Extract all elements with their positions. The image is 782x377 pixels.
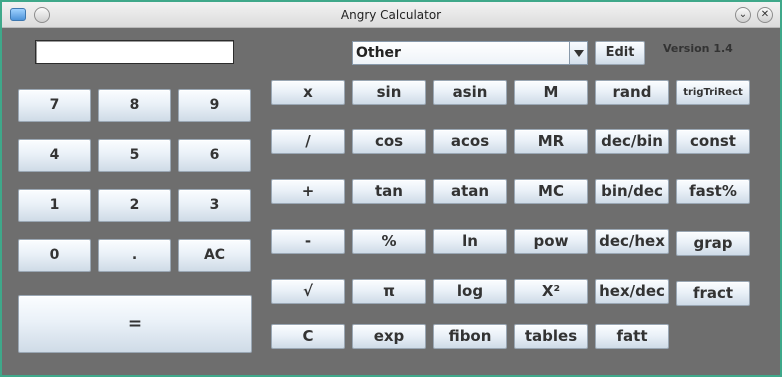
- equals-button[interactable]: =: [18, 295, 252, 353]
- tables-button[interactable]: tables: [514, 324, 588, 349]
- key-9[interactable]: 9: [178, 89, 251, 122]
- title-bar: Angry Calculator ⌄ ✕: [2, 2, 780, 28]
- pi-button[interactable]: π: [352, 279, 426, 304]
- log-button[interactable]: log: [433, 279, 507, 304]
- random-button[interactable]: rand: [595, 80, 669, 105]
- fraction-button[interactable]: fract: [676, 281, 750, 306]
- key-decimal[interactable]: .: [98, 239, 171, 272]
- atan-button[interactable]: atan: [433, 179, 507, 204]
- key-8[interactable]: 8: [98, 89, 171, 122]
- multiply-button[interactable]: x: [271, 80, 345, 105]
- mode-select[interactable]: Other: [352, 41, 588, 65]
- graph-button[interactable]: grap: [676, 231, 750, 256]
- bin-to-dec-button[interactable]: bin/dec: [595, 179, 669, 204]
- key-2[interactable]: 2: [98, 189, 171, 222]
- memory-recall-button[interactable]: MR: [514, 129, 588, 154]
- percent-button[interactable]: %: [352, 229, 426, 254]
- memory-button[interactable]: M: [514, 80, 588, 105]
- divide-button[interactable]: /: [271, 129, 345, 154]
- all-clear-button[interactable]: AC: [178, 239, 251, 272]
- fibonacci-button[interactable]: fibon: [433, 324, 507, 349]
- factorial-button[interactable]: fatt: [595, 324, 669, 349]
- plus-button[interactable]: +: [271, 179, 345, 204]
- calculator-panel: Other Edit Version 1.4 7 8 9 4 5 6 1 2 3…: [2, 29, 780, 375]
- mode-select-value: Other: [356, 45, 401, 61]
- key-1[interactable]: 1: [18, 189, 91, 222]
- ln-button[interactable]: ln: [433, 229, 507, 254]
- trig-tri-rect-button[interactable]: trigTriRect: [676, 80, 750, 105]
- exp-button[interactable]: exp: [352, 324, 426, 349]
- cos-button[interactable]: cos: [352, 129, 426, 154]
- clear-button[interactable]: C: [271, 324, 345, 349]
- power-button[interactable]: pow: [514, 229, 588, 254]
- asin-button[interactable]: asin: [433, 80, 507, 105]
- key-4[interactable]: 4: [18, 139, 91, 172]
- chevron-down-icon[interactable]: [569, 42, 587, 64]
- minimize-button[interactable]: ⌄: [735, 7, 751, 23]
- dec-to-hex-button[interactable]: dec/hex: [595, 229, 669, 254]
- key-5[interactable]: 5: [98, 139, 171, 172]
- square-button[interactable]: X²: [514, 279, 588, 304]
- key-0[interactable]: 0: [18, 239, 91, 272]
- minus-button[interactable]: -: [271, 229, 345, 254]
- fast-percent-button[interactable]: fast%: [676, 179, 750, 204]
- constants-button[interactable]: const: [676, 129, 750, 154]
- acos-button[interactable]: acos: [433, 129, 507, 154]
- key-7[interactable]: 7: [18, 89, 91, 122]
- calculator-window: Angry Calculator ⌄ ✕ Other Edit Version …: [0, 0, 782, 377]
- memory-clear-button[interactable]: MC: [514, 179, 588, 204]
- display-field[interactable]: [35, 40, 234, 64]
- version-label: Version 1.4: [663, 42, 733, 55]
- key-3[interactable]: 3: [178, 189, 251, 222]
- edit-button[interactable]: Edit: [595, 41, 645, 65]
- close-button[interactable]: ✕: [757, 7, 773, 23]
- hex-to-dec-button[interactable]: hex/dec: [595, 279, 669, 304]
- tan-button[interactable]: tan: [352, 179, 426, 204]
- sin-button[interactable]: sin: [352, 80, 426, 105]
- sqrt-button[interactable]: √: [271, 279, 345, 304]
- key-6[interactable]: 6: [178, 139, 251, 172]
- dec-to-bin-button[interactable]: dec/bin: [595, 129, 669, 154]
- window-title: Angry Calculator: [340, 8, 442, 22]
